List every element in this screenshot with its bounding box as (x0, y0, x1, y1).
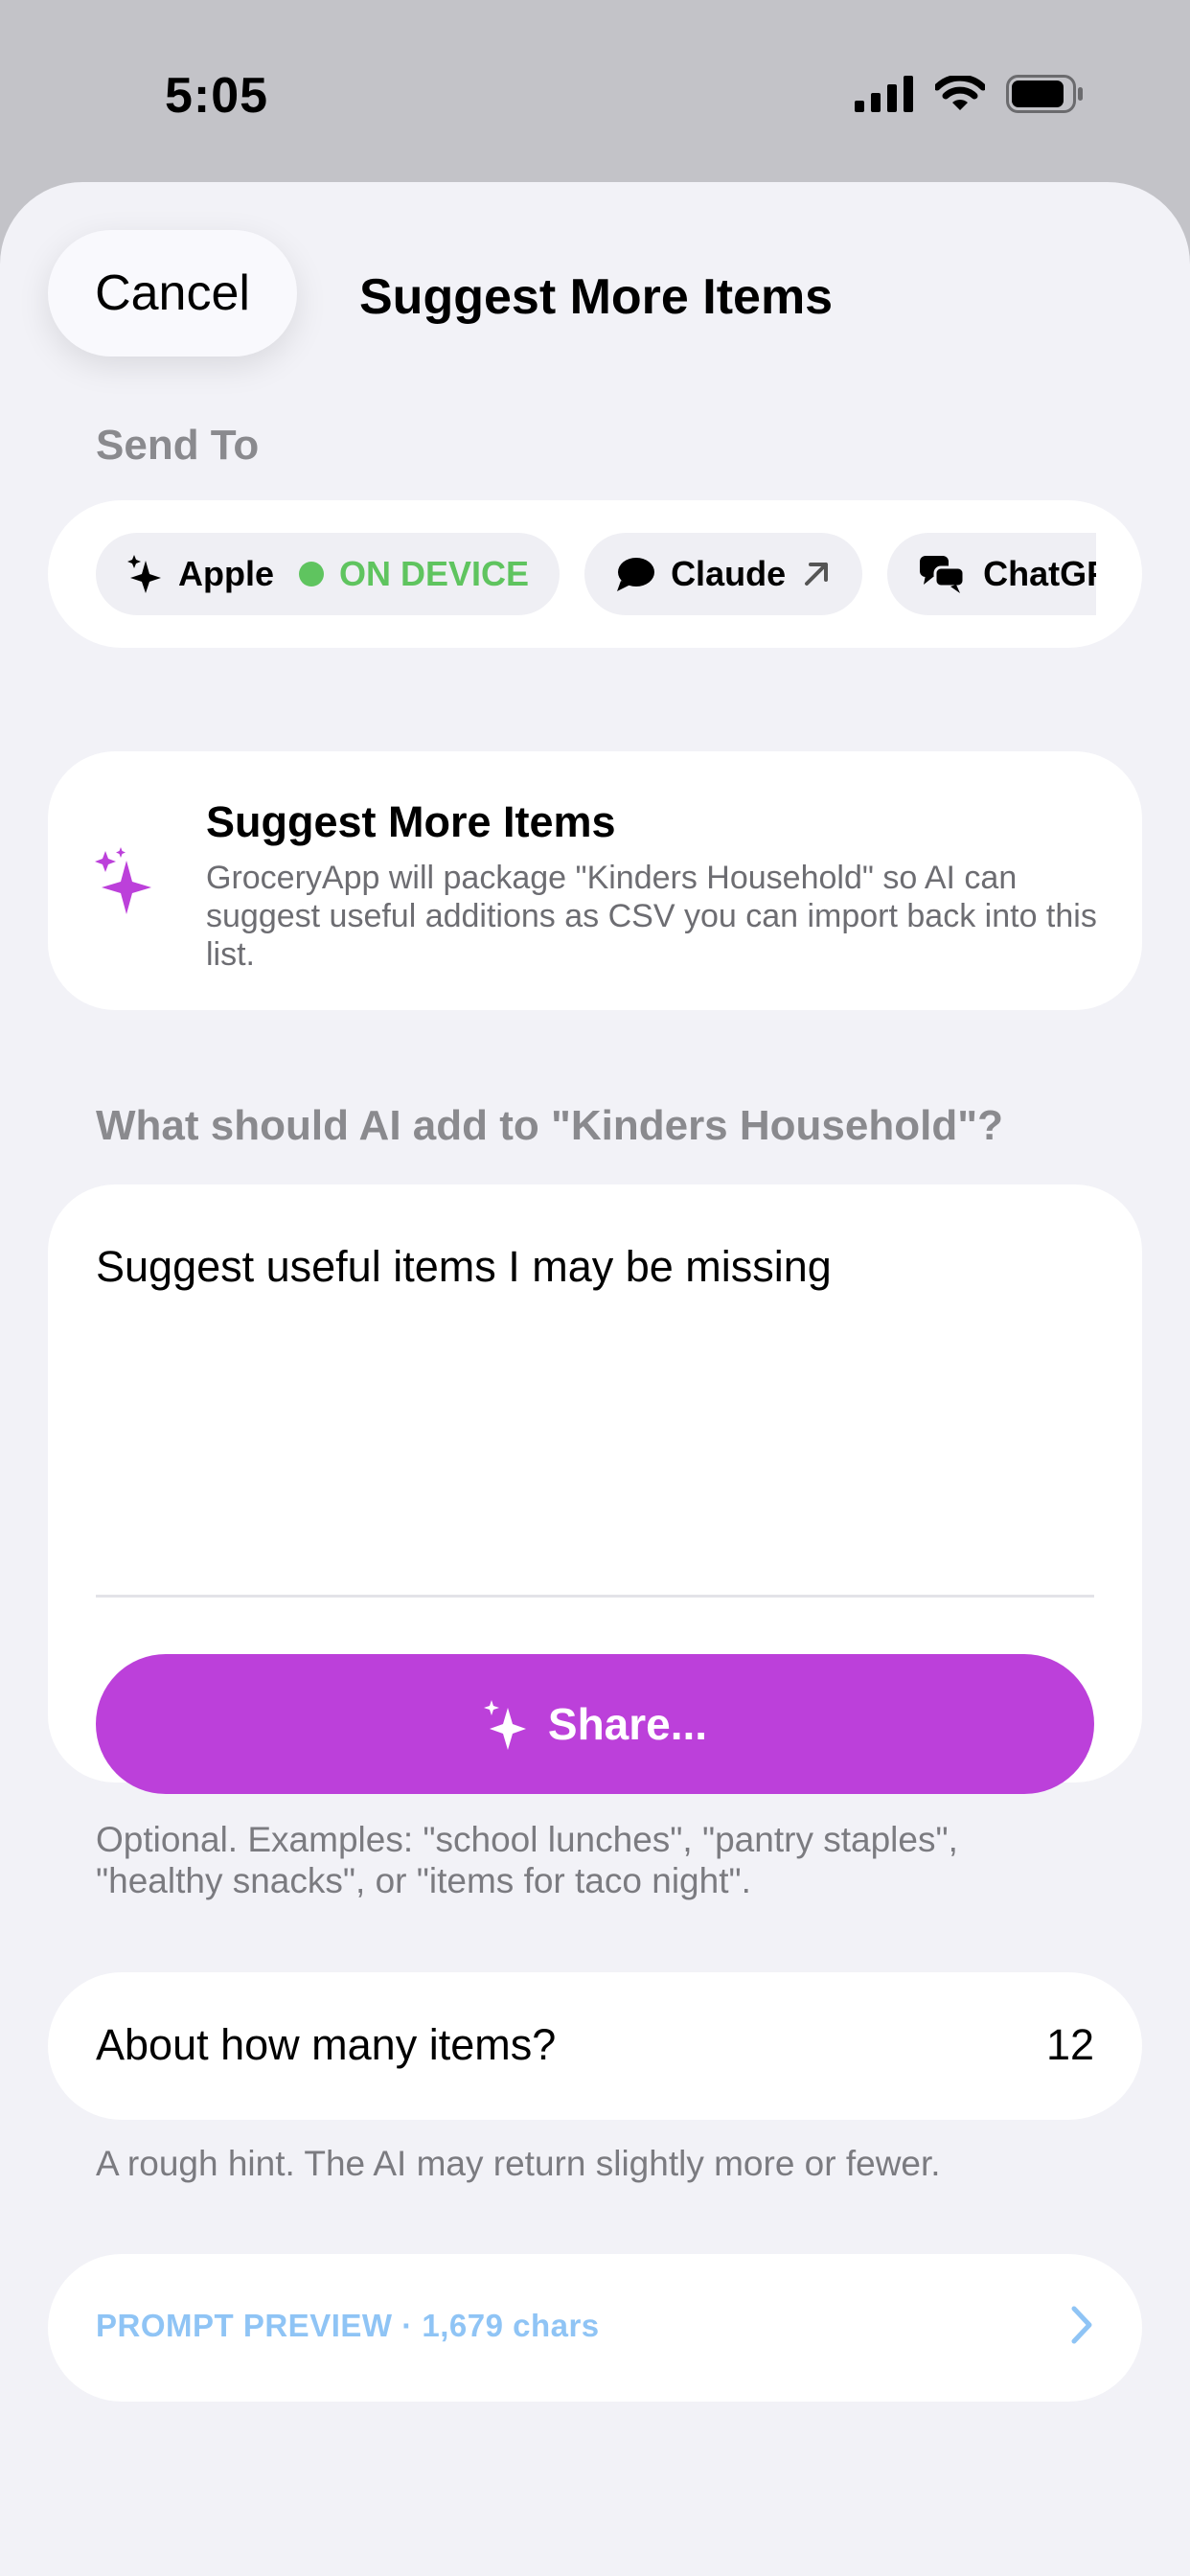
provider-chip-claude[interactable]: Claude (584, 533, 863, 615)
divider (96, 1595, 1094, 1598)
chat-bubbles-icon (920, 556, 966, 593)
share-button[interactable]: Share... (96, 1654, 1094, 1794)
prompt-preview-row[interactable]: PROMPT PREVIEW · 1,679 chars (48, 2254, 1142, 2402)
item-count-value[interactable]: 12 (1046, 2020, 1094, 2070)
info-card: Suggest More Items GroceryApp will packa… (48, 751, 1142, 1010)
provider-selector: Apple ON DEVICE Claude ChatG (48, 500, 1142, 648)
arrow-up-right-icon (805, 563, 829, 586)
sparkles-icon (127, 555, 161, 593)
status-time: 5:05 (165, 68, 269, 124)
status-bar: 5:05 (0, 0, 1190, 182)
on-device-badge: ON DEVICE (339, 554, 530, 593)
send-to-label: Send To (96, 422, 260, 469)
battery-icon (1006, 75, 1083, 113)
sheet: Cancel Suggest More Items Send To Apple … (0, 182, 1190, 2576)
item-count-label: About how many items? (96, 2020, 557, 2069)
prompt-preview-label: PROMPT PREVIEW · 1,679 chars (96, 2308, 600, 2343)
prompt-hint: Optional. Examples: "school lunches", "p… (96, 1820, 958, 1900)
on-device-dot (299, 562, 325, 586)
share-label: Share... (547, 1699, 708, 1749)
provider-name: Apple (178, 554, 275, 593)
status-icons (855, 75, 1085, 113)
sheet-title: Suggest More Items (359, 269, 834, 325)
item-count-row[interactable]: About how many items? 12 (48, 1972, 1142, 2120)
provider-chips[interactable]: Apple ON DEVICE Claude ChatG (96, 533, 1096, 615)
info-description: GroceryApp will package "Kinders Househo… (206, 860, 1097, 973)
cancel-button[interactable]: Cancel (48, 230, 297, 356)
prompt-card: Suggest useful items I may be missing Sh… (48, 1184, 1142, 1794)
provider-chip-chatgpt[interactable]: ChatGPT (887, 533, 1096, 615)
chat-bubble-icon (617, 558, 655, 591)
cellular-signal-icon (855, 76, 913, 112)
provider-chip-apple[interactable]: Apple ON DEVICE (96, 533, 561, 615)
chevron-right-icon (1071, 2306, 1092, 2344)
count-hint: A rough hint. The AI may return slightly… (96, 2144, 941, 2183)
provider-name: ChatGPT (983, 554, 1096, 593)
provider-name: Claude (671, 554, 787, 593)
prompt-label: What should AI add to "Kinders Household… (96, 1102, 1003, 1149)
wifi-icon (935, 76, 985, 110)
prompt-textarea[interactable]: Suggest useful items I may be missing (96, 1242, 1092, 1292)
info-title: Suggest More Items (206, 797, 616, 846)
sparkles-icon (95, 847, 151, 914)
sparkles-icon (483, 1700, 526, 1750)
